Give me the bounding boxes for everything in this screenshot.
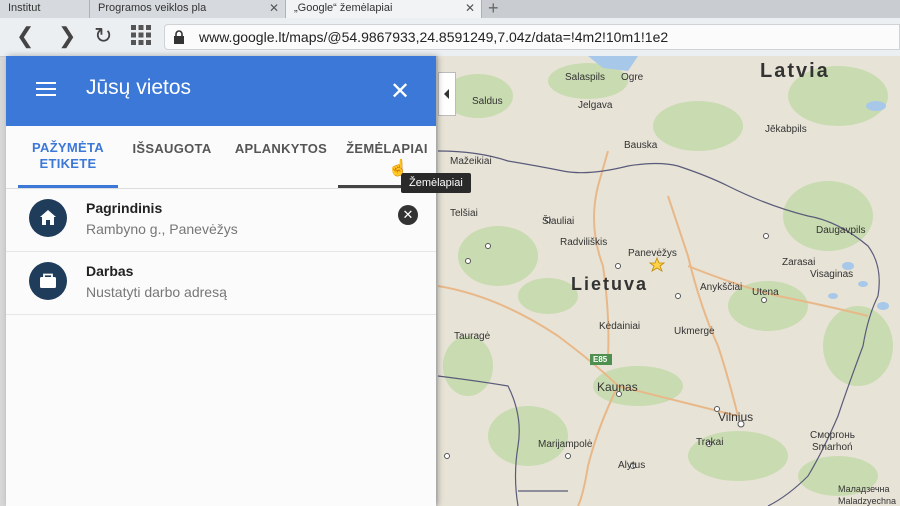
tab-visited[interactable]: APLANKYTOS — [234, 126, 328, 188]
city-label: Vilnius — [718, 410, 754, 424]
road-shield-e85: E85 — [593, 355, 608, 364]
tooltip: Žemėlapiai — [401, 173, 471, 193]
city-label: Jēkabpils — [765, 124, 807, 135]
address-bar[interactable]: www.google.lt/maps/@54.9867933,24.859124… — [164, 24, 900, 50]
city-label: Maladzyechna — [838, 496, 897, 506]
city-label: Šiauliai — [542, 216, 575, 227]
url-text: www.google.lt/maps/@54.9867933,24.859124… — [199, 29, 669, 45]
browser-tab[interactable]: Institut — [0, 0, 90, 18]
city-label: Kaunas — [597, 380, 638, 394]
city-label: Saldus — [472, 96, 503, 107]
place-item-home[interactable]: Pagrindinis Rambyno g., Panevėžys ✕ — [6, 189, 436, 252]
tab-label: ŽEMĖLAPIAI — [346, 141, 428, 156]
city-label: Tauragė — [454, 331, 491, 342]
tab-label: Programos veiklos pla — [98, 2, 207, 14]
place-name: Darbas — [86, 263, 134, 279]
apps-grid-icon[interactable] — [130, 24, 152, 50]
close-icon[interactable]: ✕ — [390, 80, 410, 104]
place-name: Pagrindinis — [86, 200, 163, 216]
your-places-panel: Jūsų vietos ✕ PAŽYMĖTA ETIKETE IŠSAUGOTA… — [6, 56, 436, 506]
panel-header: Jūsų vietos ✕ — [6, 56, 436, 126]
tab-label: PAŽYMĖTA ETIKETE — [32, 140, 104, 171]
tab-labeled[interactable]: PAŽYMĖTA ETIKETE — [18, 126, 118, 188]
city-label: Marijampolė — [538, 439, 593, 450]
city-label: Alytus — [618, 460, 646, 471]
country-label-latvia: Latvia — [760, 60, 830, 82]
city-label: Radviliškis — [560, 237, 608, 248]
city-label: Bauska — [624, 140, 658, 151]
close-tab-icon[interactable]: ✕ — [269, 0, 279, 16]
forward-button[interactable]: ❯ — [58, 25, 76, 47]
tab-label: IŠSAUGOTA — [132, 141, 212, 156]
city-label: Daugavpils — [816, 225, 866, 236]
city-label: Маладзечна — [838, 484, 890, 494]
city-label: Ukmergė — [674, 326, 715, 337]
city-label: Ogre — [621, 72, 644, 83]
city-label: Mažeikiai — [450, 156, 492, 167]
map-canvas[interactable]: Latvia Lietuva Salaspils Ogre Saldus Jel… — [438, 56, 900, 506]
place-address: Rambyno g., Panevėžys — [86, 221, 238, 237]
city-label: Kėdainiai — [599, 321, 641, 332]
tab-saved[interactable]: IŠSAUGOTA — [132, 126, 212, 188]
city-label: Jelgava — [578, 100, 613, 111]
city-label: Utena — [752, 287, 779, 298]
home-icon — [29, 199, 67, 237]
back-button[interactable]: ❮ — [16, 25, 34, 47]
browser-nav-bar: ❮ ❯ ↻ www.google.lt/maps/@54.9867933,24.… — [0, 18, 900, 57]
hamburger-menu-icon[interactable] — [36, 82, 56, 98]
lock-icon — [174, 30, 184, 44]
close-tab-icon[interactable]: ✕ — [465, 0, 475, 16]
reload-button[interactable]: ↻ — [94, 25, 112, 47]
city-label: Panevėžys — [628, 248, 677, 259]
place-item-work[interactable]: Darbas Nustatyti darbo adresą — [6, 252, 436, 315]
panel-title: Jūsų vietos — [86, 76, 192, 99]
tab-label: Institut — [8, 2, 41, 14]
browser-tab[interactable]: Programos veiklos pla ✕ — [90, 0, 286, 18]
panel-tabs: PAŽYMĖTA ETIKETE IŠSAUGOTA APLANKYTOS ŽE… — [6, 126, 436, 189]
tab-label: APLANKYTOS — [234, 141, 328, 156]
remove-place-button[interactable]: ✕ — [398, 205, 418, 225]
new-tab-button[interactable]: + — [488, 0, 499, 19]
hand-cursor-icon: ☝ — [388, 160, 408, 177]
city-label: Сморгонь — [810, 430, 855, 441]
city-label: Zarasai — [782, 257, 816, 268]
caret-left-icon — [444, 89, 449, 99]
collapse-panel-button[interactable] — [438, 72, 456, 116]
browser-tab-active[interactable]: „Google“ žemėlapiai ✕ — [286, 0, 482, 18]
tab-label: „Google“ žemėlapiai — [294, 2, 393, 14]
city-label: Trakai — [696, 437, 724, 448]
country-label-lithuania: Lietuva — [571, 274, 649, 294]
place-address: Nustatyti darbo adresą — [86, 284, 227, 300]
city-label: Anykščiai — [700, 282, 743, 293]
city-label: Smarhoń — [812, 442, 853, 453]
briefcase-icon — [29, 262, 67, 300]
city-label: Salaspils — [565, 72, 606, 83]
city-label: Visaginas — [810, 269, 854, 280]
city-label: Telšiai — [450, 208, 478, 219]
browser-tab-bar: Institut Programos veiklos pla ✕ „Google“… — [0, 0, 900, 18]
